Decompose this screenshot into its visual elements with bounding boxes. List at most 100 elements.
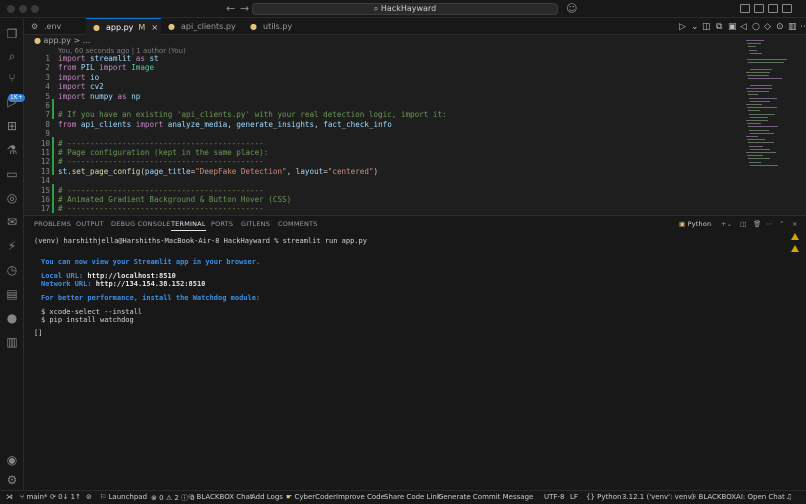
open-changes-icon[interactable]: ◁ xyxy=(740,22,747,32)
minimap-line xyxy=(749,97,777,99)
minimize-window-button[interactable] xyxy=(19,5,27,13)
toggle-panel-icon[interactable] xyxy=(754,4,764,13)
more-actions-icon[interactable]: ⋯ xyxy=(800,22,806,32)
docker-icon[interactable]: ▤ xyxy=(6,288,18,300)
github-icon[interactable]: ● xyxy=(6,312,18,324)
close-tab-icon[interactable]: × xyxy=(151,23,158,32)
tab-comments[interactable]: COMMENTS xyxy=(278,220,318,228)
next-change-icon[interactable]: ◇ xyxy=(764,22,771,32)
minimap[interactable] xyxy=(746,40,792,215)
notes-icon[interactable]: ▥ xyxy=(6,336,18,348)
cybercoder-button[interactable]: ☛ CyberCoder xyxy=(286,493,336,501)
minimap-line xyxy=(750,68,772,70)
code-text: # --------------------------------------… xyxy=(58,185,264,195)
warning-icon[interactable] xyxy=(791,233,799,240)
breadcrumb[interactable]: ● app.py > ... xyxy=(34,36,90,45)
terminal-local-url-line: Local URL: http://localhost:8510 xyxy=(41,272,176,280)
tab-terminal[interactable]: TERMINAL xyxy=(171,220,206,231)
encoding-indicator[interactable]: UTF-8 xyxy=(544,493,564,501)
tab-app-py[interactable]: ● app.py M × xyxy=(86,18,161,35)
back-arrow-icon[interactable]: ← xyxy=(226,2,235,15)
terminal-cursor[interactable]: [] xyxy=(34,329,42,337)
code-text: # --------------------------------------… xyxy=(58,204,264,213)
run-python-icon[interactable]: ▷ xyxy=(679,22,686,32)
close-window-button[interactable] xyxy=(7,5,15,13)
code-editor[interactable]: 1 import streamlit as st 2 from PIL import … xyxy=(24,52,740,213)
new-terminal-icon[interactable]: +⌄ xyxy=(721,220,732,228)
tab-output[interactable]: OUTPUT xyxy=(76,220,104,228)
generate-commit-message-button[interactable]: Generate Commit Message xyxy=(438,493,533,501)
run-debug-icon[interactable]: ▷ xyxy=(6,96,18,108)
explorer-icon[interactable]: ❐ xyxy=(6,28,18,40)
search-icon[interactable]: ⌕ xyxy=(6,50,18,62)
warning-icon[interactable] xyxy=(791,245,799,252)
robot-icon: ⚇ xyxy=(188,493,195,501)
tab-debug-console[interactable]: DEBUG CONSOLE xyxy=(111,220,171,228)
blackboxai-open-chat-button[interactable]: ⚇ BLACKBOXAI: Open Chat xyxy=(690,493,785,501)
python-icon: ▣ xyxy=(679,220,686,228)
line-number: 5 xyxy=(45,91,50,101)
code-text: import streamlit as st xyxy=(58,54,159,63)
customize-layout-icon[interactable] xyxy=(782,4,792,13)
line-number: 8 xyxy=(45,119,50,129)
account-icon[interactable]: ◉ xyxy=(6,454,18,466)
run-dropdown-icon[interactable]: ⌄ xyxy=(691,22,699,32)
minimap-line xyxy=(748,62,784,64)
tab-problems[interactable]: PROBLEMS xyxy=(34,220,71,228)
compare-icon[interactable]: ⧉ xyxy=(716,22,722,32)
no-entry-icon[interactable]: ⊘ xyxy=(86,493,92,501)
tab-ports[interactable]: PORTS xyxy=(211,220,233,228)
eol-indicator[interactable]: LF xyxy=(570,493,578,501)
line-number: 12 xyxy=(40,157,50,167)
gitlens-icon[interactable]: ◎ xyxy=(6,192,18,204)
minimap-line xyxy=(747,123,761,125)
toggle-sidebar-icon[interactable] xyxy=(740,4,750,13)
tab-gitlens[interactable]: GITLENS xyxy=(241,220,270,228)
more-actions-icon[interactable]: ⋯ xyxy=(766,220,773,228)
copilot-agent-icon[interactable]: ⚡ xyxy=(6,240,18,252)
split-editor-icon[interactable]: ▥ xyxy=(788,22,797,32)
extensions-icon[interactable]: ⊞ xyxy=(6,120,18,132)
source-control-icon[interactable]: ⑂ xyxy=(6,72,18,84)
toggle-blame-icon[interactable]: ▣ xyxy=(728,22,737,32)
previous-change-icon[interactable]: ○ xyxy=(752,22,760,32)
tab-utils-py[interactable]: ● utils.py xyxy=(243,18,305,35)
forward-arrow-icon[interactable]: → xyxy=(240,2,249,15)
copilot-icon[interactable]: ☺ xyxy=(566,2,577,15)
branch-indicator[interactable]: ⑂ main* xyxy=(20,493,47,501)
launchpad-button[interactable]: ⚐ Launchpad xyxy=(100,493,147,501)
sync-status[interactable]: ⟳ 0↓ 1↑ xyxy=(50,493,81,501)
close-panel-icon[interactable]: × xyxy=(792,220,798,228)
minimap-line xyxy=(747,107,777,109)
minimap-line xyxy=(748,94,758,96)
terminal-shell-selector[interactable]: ▣ Python xyxy=(679,220,711,228)
add-logs-button[interactable]: Add Logs xyxy=(251,493,283,501)
command-center-search[interactable]: ⌕ HackHayward xyxy=(252,3,558,15)
minimap-line xyxy=(750,100,770,102)
maximize-panel-icon[interactable]: ⌃ xyxy=(779,220,785,228)
tab-api-clients-py[interactable]: ● api_clients.py xyxy=(161,18,243,35)
settings-gear-icon[interactable]: ⚙ xyxy=(6,474,18,486)
git-graph-icon[interactable]: ⊙ xyxy=(776,22,784,32)
added-lines-marker xyxy=(52,99,54,119)
python-icon: ● xyxy=(168,22,175,31)
split-terminal-icon[interactable]: ◫ xyxy=(740,220,746,228)
minimap-line xyxy=(747,91,769,93)
remote-explorer-icon[interactable]: ▭ xyxy=(6,168,18,180)
maximize-window-button[interactable] xyxy=(31,5,39,13)
kill-terminal-icon[interactable]: 🗑 xyxy=(753,220,761,228)
diff-icon[interactable]: ◫ xyxy=(702,22,711,32)
blackbox-chat-button[interactable]: ⚇ BLACKBOX Chat xyxy=(188,493,253,501)
toggle-secondary-sidebar-icon[interactable] xyxy=(768,4,778,13)
testing-icon[interactable]: ⚗ xyxy=(6,144,18,156)
blackbox-icon[interactable]: ✉ xyxy=(6,216,18,228)
share-code-link-button[interactable]: Share Code Link xyxy=(384,493,441,501)
tab-env[interactable]: ⚙ .env xyxy=(24,18,86,35)
remote-indicator-icon[interactable]: ⋊ xyxy=(6,493,13,501)
python-interpreter[interactable]: 3.12.1 ('venv': venv) xyxy=(622,493,694,501)
line-number: 17 xyxy=(40,204,50,213)
notifications-bell-icon[interactable]: ♫ xyxy=(786,493,792,501)
improve-code-button[interactable]: Improve Code xyxy=(336,493,385,501)
language-mode[interactable]: {} Python xyxy=(586,493,621,501)
timeline-icon[interactable]: ◷ xyxy=(6,264,18,276)
